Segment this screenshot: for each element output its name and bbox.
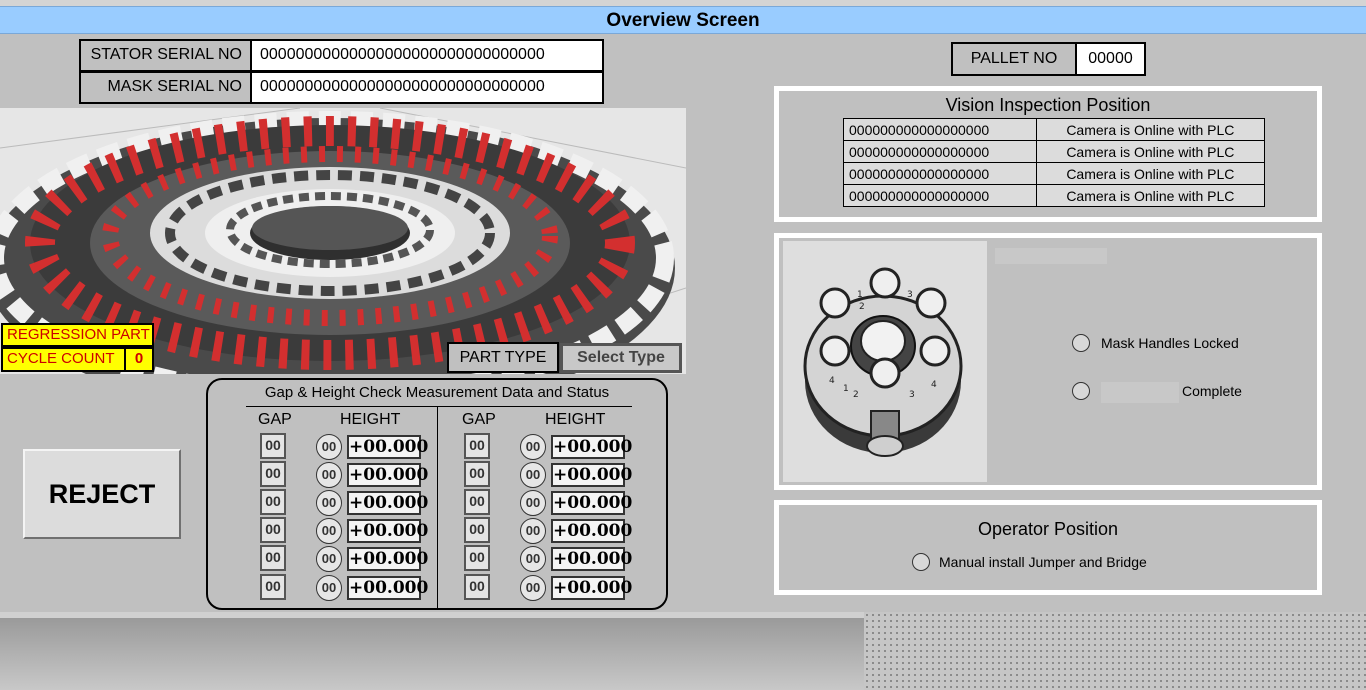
height-value-field: +00.000 — [347, 491, 429, 515]
height-index-circle: 00 — [316, 546, 342, 572]
height-value-field: +00.000 — [347, 547, 429, 571]
height-index-circle: 00 — [520, 462, 546, 488]
vision-title: Vision Inspection Position — [945, 95, 1151, 115]
gap-header-right: GAP — [462, 411, 496, 428]
fixture-number: 3 — [907, 290, 913, 300]
height-value-field: +00.000 — [551, 435, 633, 459]
fixture-number: 1 — [843, 384, 849, 394]
vision-row: 000000000000000000 Camera is Online with … — [843, 118, 1266, 141]
fixture-number: 4 — [829, 376, 835, 386]
cycle-count-label: CYCLE COUNT — [1, 347, 126, 372]
mask-serial-label: MASK SERIAL NO — [79, 71, 252, 104]
pallet-no-label: PALLET NO — [951, 42, 1077, 76]
height-index-circle: 00 — [316, 490, 342, 516]
stator-serial-field[interactable]: 00000000000000000000000000000000 — [250, 39, 604, 72]
bottom-bar — [0, 618, 864, 690]
fixture-number: 2 — [859, 302, 865, 312]
gap-value-box: 00 — [260, 574, 286, 600]
fixture-number: 1 — [857, 290, 863, 300]
part-type-select[interactable]: Select Type — [560, 343, 682, 373]
stator-serial-label: STATOR SERIAL NO — [79, 39, 252, 72]
height-value-field: +00.000 — [347, 576, 429, 600]
height-value-field: +00.000 — [551, 547, 633, 571]
vision-serial-cell: 000000000000000000 — [843, 162, 1037, 185]
height-index-circle: 00 — [316, 434, 342, 460]
gap-value-box: 00 — [464, 545, 490, 571]
height-value-field: +00.000 — [551, 463, 633, 487]
gap-value-box: 00 — [260, 517, 286, 543]
cycle-count-value: 0 — [124, 347, 154, 372]
vision-row: 000000000000000000 Camera is Online with … — [843, 162, 1266, 185]
gap-header-left: GAP — [258, 411, 292, 428]
mask-serial-field[interactable]: 00000000000000000000000000000000 — [250, 71, 604, 104]
gap-height-divider — [246, 406, 632, 407]
gap-value-box: 00 — [464, 461, 490, 487]
complete-radio[interactable] — [1072, 382, 1090, 400]
gap-value-box: 00 — [260, 461, 286, 487]
part-type-label: PART TYPE — [447, 342, 559, 373]
height-index-circle: 00 — [520, 518, 546, 544]
height-value-field: +00.000 — [347, 519, 429, 543]
height-index-circle: 00 — [316, 462, 342, 488]
reject-button-label: REJECT — [48, 479, 156, 509]
manual-install-radio[interactable] — [912, 553, 930, 571]
mask-status-placeholder — [995, 248, 1107, 264]
height-value-field: +00.000 — [551, 519, 633, 543]
height-index-circle: 00 — [520, 434, 546, 460]
height-index-circle: 00 — [316, 518, 342, 544]
mask-handles-locked-label: Mask Handles Locked — [1101, 335, 1239, 351]
height-index-circle: 00 — [520, 546, 546, 572]
height-index-circle: 00 — [316, 575, 342, 601]
height-header-right: HEIGHT — [545, 411, 606, 428]
fixture-number: 3 — [909, 390, 915, 400]
gap-height-column-divider — [437, 407, 438, 608]
operator-panel — [774, 500, 1322, 595]
vision-status-cell: Camera is Online with PLC — [1035, 162, 1266, 185]
fixture-number: 4 — [931, 380, 937, 390]
vision-serial-cell: 000000000000000000 — [843, 184, 1037, 207]
vision-row: 000000000000000000 Camera is Online with … — [843, 184, 1266, 207]
vision-status-cell: Camera is Online with PLC — [1035, 140, 1266, 163]
page-title: Overview Screen — [0, 6, 1366, 34]
reject-button[interactable]: REJECT — [23, 449, 181, 539]
height-value-field: +00.000 — [551, 491, 633, 515]
height-value-field: +00.000 — [347, 435, 429, 459]
gap-value-box: 00 — [260, 433, 286, 459]
vision-serial-cell: 000000000000000000 — [843, 118, 1037, 141]
pallet-no-field[interactable]: 00000 — [1075, 42, 1146, 76]
vision-status-cell: Camera is Online with PLC — [1035, 184, 1266, 207]
vision-table: 000000000000000000 Camera is Online with … — [843, 118, 1266, 207]
complete-prefix-placeholder — [1101, 382, 1179, 403]
height-header-left: HEIGHT — [340, 411, 401, 428]
complete-label: Complete — [1182, 383, 1242, 399]
regression-part-badge: REGRESSION PART — [1, 323, 154, 347]
gap-height-title: Gap & Height Check Measurement Data and … — [264, 384, 610, 401]
height-index-circle: 00 — [520, 575, 546, 601]
height-value-field: +00.000 — [551, 576, 633, 600]
manual-install-label: Manual install Jumper and Bridge — [939, 554, 1147, 570]
part-type-select-text: Select Type — [577, 349, 665, 366]
height-index-circle: 00 — [520, 490, 546, 516]
vision-serial-cell: 000000000000000000 — [843, 140, 1037, 163]
dotted-background — [864, 612, 1366, 690]
height-value-field: +00.000 — [347, 463, 429, 487]
operator-title: Operator Position — [977, 519, 1119, 539]
vision-status-cell: Camera is Online with PLC — [1035, 118, 1266, 141]
gap-value-box: 00 — [464, 517, 490, 543]
gap-value-box: 00 — [260, 489, 286, 515]
fixture-image: 1 2 3 4 1 2 3 4 — [783, 241, 987, 482]
fixture-number: 2 — [853, 390, 859, 400]
gap-value-box: 00 — [464, 574, 490, 600]
mask-handles-locked-radio[interactable] — [1072, 334, 1090, 352]
gap-value-box: 00 — [260, 545, 286, 571]
gap-value-box: 00 — [464, 489, 490, 515]
gap-value-box: 00 — [464, 433, 490, 459]
fixture-illustration: 1 2 3 4 1 2 3 4 — [783, 241, 987, 482]
vision-row: 000000000000000000 Camera is Online with … — [843, 140, 1266, 163]
